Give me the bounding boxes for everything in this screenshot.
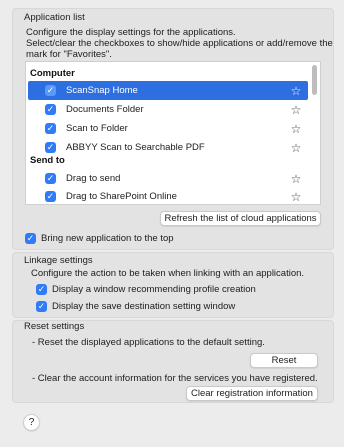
checkmark-icon[interactable]: ✓: [45, 85, 56, 96]
list-item[interactable]: ✓ ScanSnap Home ☆: [28, 81, 308, 100]
list-item-label: Drag to send: [66, 173, 121, 184]
list-scrollbar[interactable]: [312, 65, 317, 95]
save-destination-option[interactable]: ✓ Display the save destination setting w…: [36, 301, 235, 312]
profile-recommendation-option[interactable]: ✓ Display a window recommending profile …: [36, 284, 256, 295]
linkage-description: Configure the action to be taken when li…: [31, 268, 305, 279]
application-list-description-2: Select/clear the checkboxes to show/hide…: [26, 38, 333, 49]
star-outline-icon[interactable]: ☆: [284, 172, 308, 186]
list-item-label: ScanSnap Home: [66, 85, 138, 96]
group-header-computer: Computer: [30, 68, 75, 79]
list-item[interactable]: ✓ Drag to SharePoint Online ☆: [28, 187, 308, 204]
application-list-description-3: mark for "Favorites".: [26, 49, 112, 60]
bring-to-top-option[interactable]: ✓ Bring new application to the top: [25, 233, 174, 244]
checkmark-icon[interactable]: ✓: [45, 191, 56, 202]
refresh-cloud-apps-button[interactable]: Refresh the list of cloud applications: [160, 211, 321, 226]
checkmark-icon[interactable]: ✓: [36, 301, 47, 312]
star-outline-icon[interactable]: ☆: [284, 103, 308, 117]
list-item-label: Drag to SharePoint Online: [66, 191, 177, 202]
star-outline-icon[interactable]: ☆: [284, 122, 308, 136]
reset-button[interactable]: Reset: [250, 353, 318, 368]
reset-settings-title: Reset settings: [24, 321, 85, 332]
bring-to-top-label: Bring new application to the top: [41, 233, 174, 244]
list-item-label: ABBYY Scan to Searchable PDF: [66, 142, 205, 153]
list-item[interactable]: ✓ Scan to Folder ☆: [28, 119, 308, 138]
application-list-title: Application list: [24, 12, 85, 23]
checkmark-icon[interactable]: ✓: [36, 284, 47, 295]
application-list-description-1: Configure the display settings for the a…: [26, 27, 236, 38]
application-list[interactable]: Computer ✓ ScanSnap Home ☆ ✓ Documents F…: [25, 61, 321, 205]
star-outline-icon[interactable]: ☆: [284, 141, 308, 155]
list-item[interactable]: ✓ Documents Folder ☆: [28, 100, 308, 119]
list-item[interactable]: ✓ Drag to send ☆: [28, 169, 308, 188]
reset-description: - Reset the displayed applications to th…: [32, 337, 265, 348]
list-item-label: Scan to Folder: [66, 123, 128, 134]
checkmark-icon[interactable]: ✓: [45, 173, 56, 184]
list-item-label: Documents Folder: [66, 104, 144, 115]
profile-recommendation-label: Display a window recommending profile cr…: [52, 284, 256, 295]
question-mark-icon[interactable]: ?: [23, 414, 40, 431]
clear-account-description: - Clear the account information for the …: [32, 373, 318, 384]
group-header-send-to: Send to: [30, 155, 65, 166]
star-outline-icon[interactable]: ☆: [284, 84, 308, 98]
linkage-settings-title: Linkage settings: [24, 255, 93, 266]
checkmark-icon[interactable]: ✓: [45, 104, 56, 115]
save-destination-label: Display the save destination setting win…: [52, 301, 236, 312]
checkmark-icon[interactable]: ✓: [45, 142, 56, 153]
clear-registration-button[interactable]: Clear registration information: [186, 386, 318, 401]
list-item[interactable]: ✓ ABBYY Scan to Searchable PDF ☆: [28, 138, 308, 157]
star-outline-icon[interactable]: ☆: [284, 190, 308, 204]
checkmark-icon[interactable]: ✓: [45, 123, 56, 134]
checkmark-icon[interactable]: ✓: [25, 233, 36, 244]
